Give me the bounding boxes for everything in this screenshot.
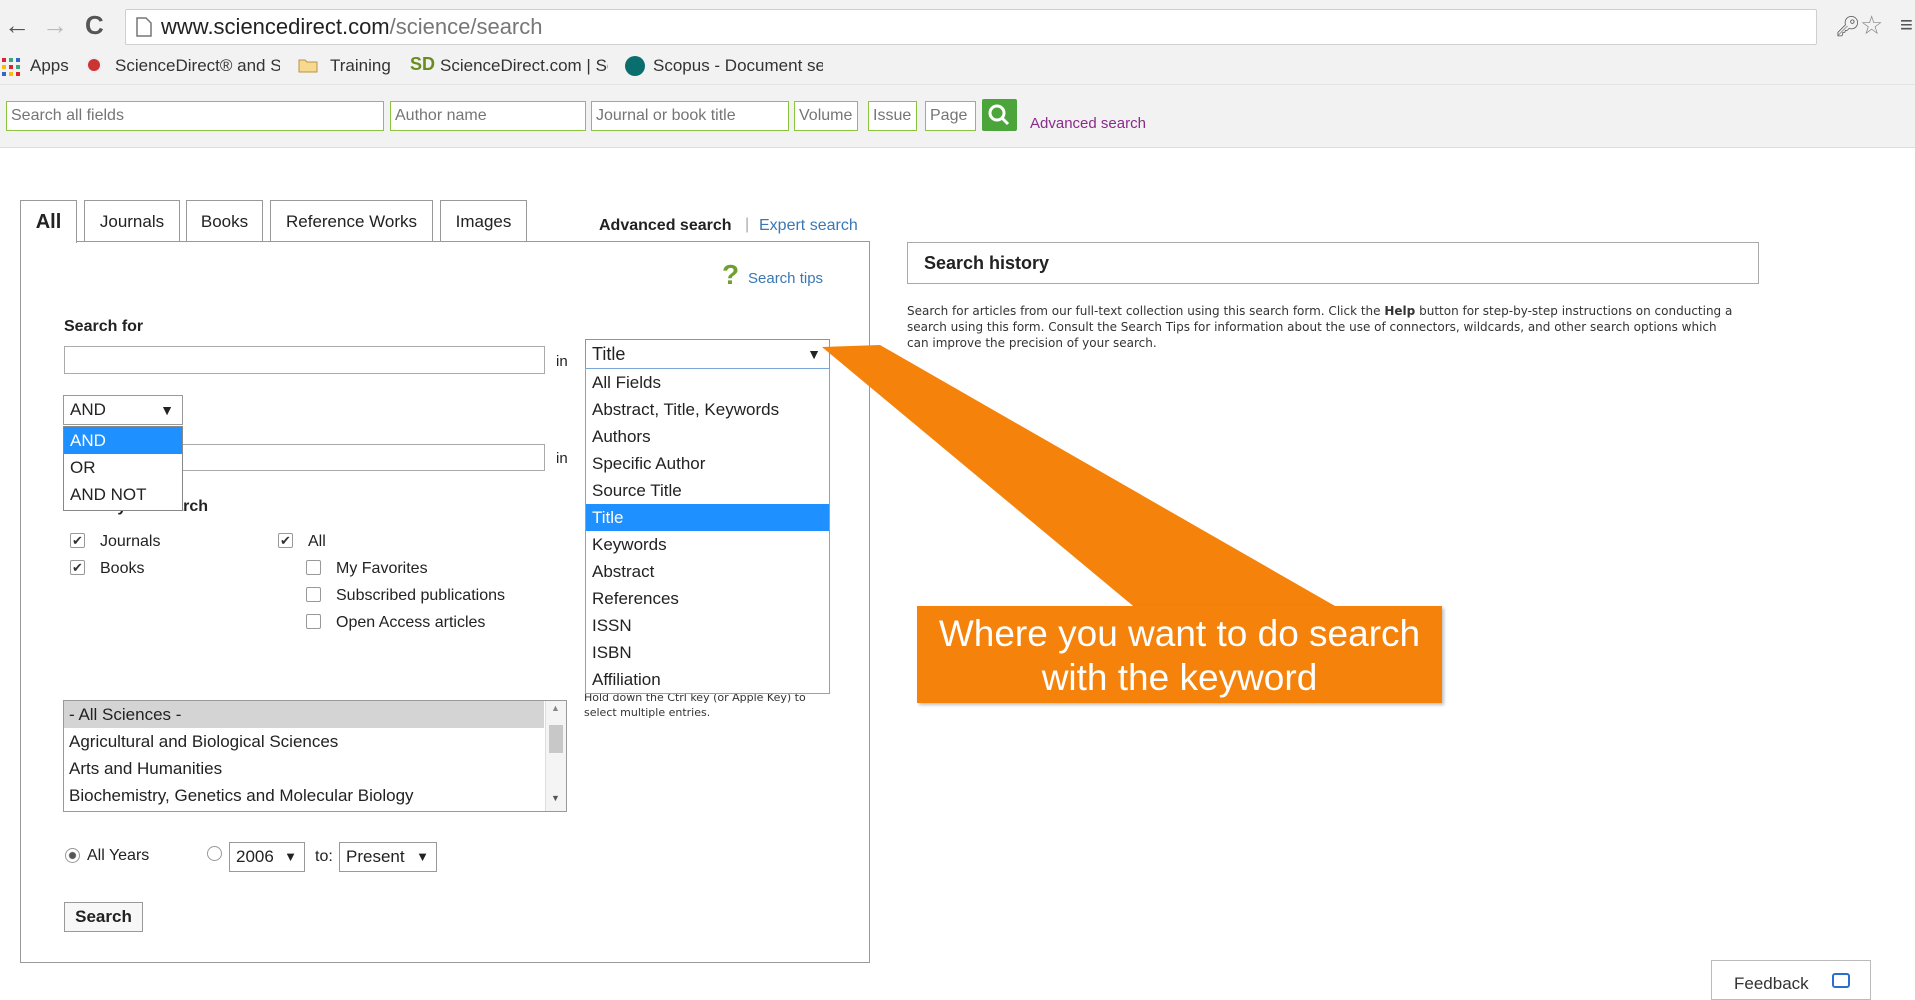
feedback-button[interactable]: Feedback	[1711, 960, 1871, 1000]
annotation-callout: Where you want to do search with the key…	[917, 606, 1442, 703]
callout-arrow-icon	[822, 345, 1335, 610]
chat-bubble-icon	[1832, 973, 1850, 988]
feedback-label: Feedback	[1734, 974, 1809, 993]
tab-all[interactable]: All	[20, 200, 77, 243]
